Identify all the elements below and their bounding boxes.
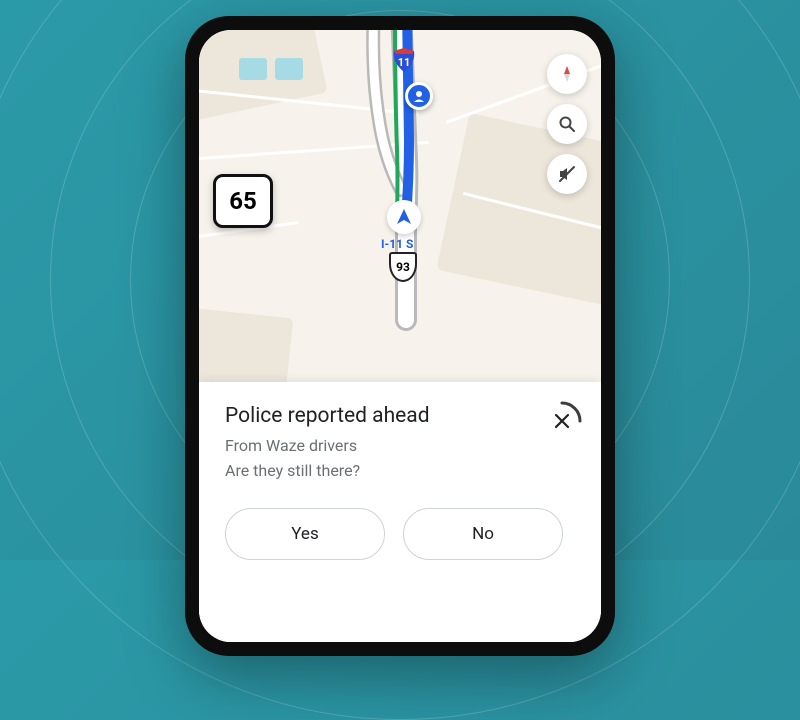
search-icon bbox=[558, 115, 576, 133]
alert-title: Police reported ahead bbox=[225, 404, 575, 428]
yes-button[interactable]: Yes bbox=[225, 508, 385, 560]
police-marker-icon[interactable] bbox=[405, 82, 433, 110]
search-button[interactable] bbox=[547, 104, 587, 144]
us-route-number: 93 bbox=[396, 260, 410, 274]
mute-icon bbox=[557, 164, 577, 184]
route-label: I-11 S bbox=[381, 237, 413, 251]
close-icon bbox=[541, 400, 583, 442]
interstate-shield-icon: 11 bbox=[390, 46, 418, 74]
no-button[interactable]: No bbox=[403, 508, 563, 560]
phone-frame: 11 I-11 S 93 65 bbox=[185, 16, 615, 656]
alert-source: From Waze drivers bbox=[225, 434, 575, 459]
compass-button[interactable] bbox=[547, 54, 587, 94]
mute-button[interactable] bbox=[547, 154, 587, 194]
current-location-arrow bbox=[387, 200, 421, 234]
yes-label: Yes bbox=[291, 524, 318, 544]
speed-limit-value: 65 bbox=[229, 187, 257, 215]
interstate-number: 11 bbox=[398, 56, 411, 69]
no-label: No bbox=[472, 524, 494, 544]
alert-prompt-sheet: Police reported ahead From Waze drivers … bbox=[199, 382, 601, 642]
dismiss-button[interactable] bbox=[541, 400, 583, 442]
alert-question: Are they still there? bbox=[225, 459, 575, 484]
compass-icon bbox=[557, 64, 577, 84]
speed-limit-sign: 65 bbox=[213, 174, 273, 228]
us-route-shield: 93 bbox=[389, 252, 417, 282]
phone-screen: 11 I-11 S 93 65 bbox=[199, 30, 601, 642]
